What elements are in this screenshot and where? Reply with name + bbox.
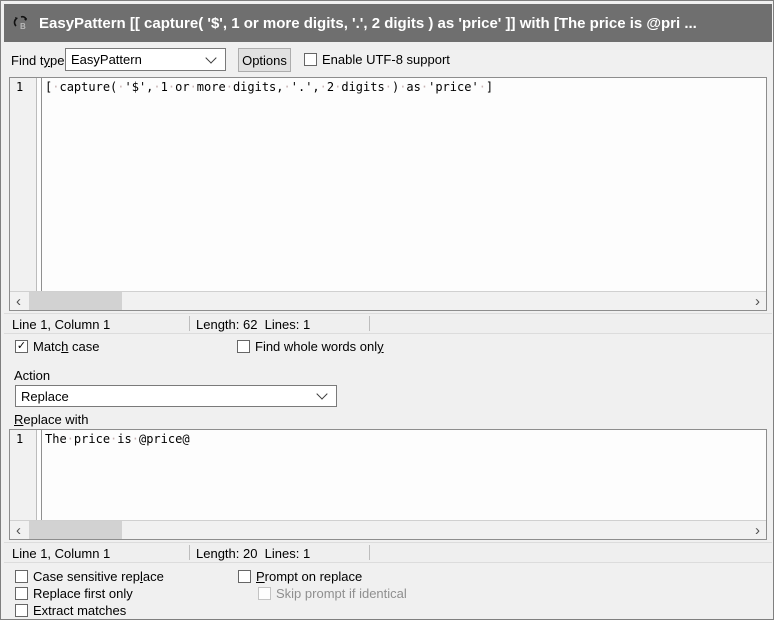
length-info: Length: 20 Lines: 1 <box>196 546 310 561</box>
scrollbar-track[interactable] <box>27 292 749 310</box>
check-icon: ✓ <box>17 341 26 352</box>
find-type-select[interactable]: EasyPattern <box>65 48 226 71</box>
match-case-label: Match case <box>33 339 99 354</box>
whole-words-checkbox[interactable]: ✓ Find whole words only <box>237 339 384 354</box>
status-separator <box>189 545 190 560</box>
cursor-position: Line 1, Column 1 <box>12 317 110 332</box>
skip-prompt-if-identical-checkbox: ✓ Skip prompt if identical <box>258 586 407 601</box>
status-separator <box>189 316 190 331</box>
options-button[interactable]: Options <box>238 48 291 72</box>
replace-with-input[interactable]: The·price·is·@price@ <box>41 430 766 520</box>
replace-with-editor: 1 The·price·is·@price@ ‹ › <box>9 429 767 540</box>
replace-horizontal-scrollbar[interactable]: ‹ › <box>10 520 766 539</box>
prompt-on-replace-checkbox[interactable]: ✓ Prompt on replace <box>238 569 362 584</box>
skip-prompt-if-identical-label: Skip prompt if identical <box>276 586 407 601</box>
replace-with-label: Replace with <box>14 412 88 427</box>
case-sensitive-replace-label: Case sensitive replace <box>33 569 164 584</box>
chevron-down-icon <box>316 388 327 399</box>
svg-text:B: B <box>20 22 26 31</box>
action-value: Replace <box>16 389 318 404</box>
chevron-down-icon <box>205 52 216 63</box>
title-bar: B EasyPattern [[ capture( '$', 1 or more… <box>4 4 772 42</box>
checkbox-box: ✓ <box>237 340 250 353</box>
checkbox-box: ✓ <box>238 570 251 583</box>
line-number-gutter: 1 <box>10 430 37 520</box>
whole-words-label: Find whole words only <box>255 339 384 354</box>
find-pattern-editor: 1 [·capture(·'$',·1·or·more·digits,·'.',… <box>9 77 767 311</box>
action-select[interactable]: Replace <box>15 385 337 407</box>
status-separator <box>369 316 370 331</box>
find-status-bar: Line 1, Column 1 Length: 62 Lines: 1 <box>4 313 772 334</box>
extract-matches-label: Extract matches <box>33 603 126 618</box>
find-horizontal-scrollbar[interactable]: ‹ › <box>10 291 766 310</box>
dialog-title: EasyPattern [[ capture( '$', 1 or more d… <box>39 15 697 32</box>
length-info: Length: 62 Lines: 1 <box>196 317 310 332</box>
scroll-right-arrow[interactable]: › <box>749 521 766 539</box>
replace-filter-icon: B <box>12 14 30 32</box>
easypattern-filter-dialog: B EasyPattern [[ capture( '$', 1 or more… <box>0 0 774 620</box>
checkbox-box: ✓ <box>258 587 271 600</box>
utf8-support-checkbox[interactable]: ✓ Enable UTF-8 support <box>304 52 450 67</box>
scrollbar-track[interactable] <box>27 521 749 539</box>
find-pattern-input[interactable]: [·capture(·'$',·1·or·more·digits,·'.',·2… <box>41 78 766 291</box>
scrollbar-thumb[interactable] <box>29 292 122 310</box>
scroll-left-arrow[interactable]: ‹ <box>10 521 27 539</box>
case-sensitive-replace-checkbox[interactable]: ✓ Case sensitive replace <box>15 569 164 584</box>
scroll-left-arrow[interactable]: ‹ <box>10 292 27 310</box>
checkbox-box: ✓ <box>15 604 28 617</box>
status-separator <box>369 545 370 560</box>
action-label: Action <box>14 368 50 383</box>
checkbox-box: ✓ <box>15 340 28 353</box>
checkbox-box: ✓ <box>304 53 317 66</box>
cursor-position: Line 1, Column 1 <box>12 546 110 561</box>
match-case-checkbox[interactable]: ✓ Match case <box>15 339 99 354</box>
line-number: 1 <box>16 432 23 446</box>
find-type-label: Find type <box>11 53 64 68</box>
line-number: 1 <box>16 80 23 94</box>
replace-status-bar: Line 1, Column 1 Length: 20 Lines: 1 <box>4 542 772 563</box>
find-type-value: EasyPattern <box>66 52 207 67</box>
extract-matches-checkbox[interactable]: ✓ Extract matches <box>15 603 126 618</box>
line-number-gutter: 1 <box>10 78 37 291</box>
checkbox-box: ✓ <box>15 587 28 600</box>
replace-first-only-label: Replace first only <box>33 586 133 601</box>
utf8-support-label: Enable UTF-8 support <box>322 52 450 67</box>
scrollbar-thumb[interactable] <box>29 521 122 539</box>
replace-first-only-checkbox[interactable]: ✓ Replace first only <box>15 586 133 601</box>
checkbox-box: ✓ <box>15 570 28 583</box>
scroll-right-arrow[interactable]: › <box>749 292 766 310</box>
prompt-on-replace-label: Prompt on replace <box>256 569 362 584</box>
